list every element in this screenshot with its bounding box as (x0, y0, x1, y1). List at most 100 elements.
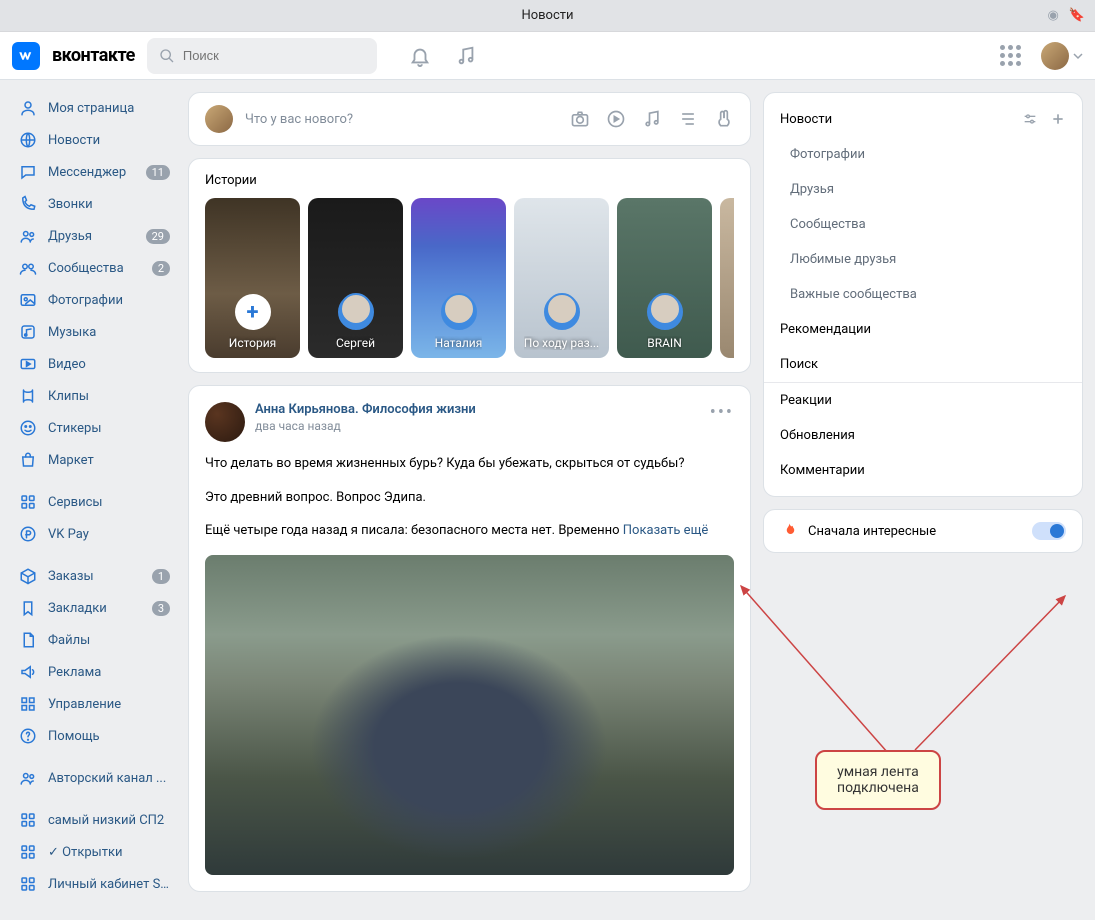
story[interactable]: Наталия (411, 198, 506, 358)
sidebar-item[interactable]: Моя страница (12, 92, 176, 124)
group-icon (18, 258, 38, 278)
sidebar-item[interactable]: Авторский канал ... (12, 762, 176, 794)
search-input[interactable] (183, 48, 365, 63)
post: Анна Кирьянова. Философия жизни два часа… (188, 385, 751, 892)
sidebar-item[interactable]: Управление (12, 688, 176, 720)
filter-item[interactable]: Обновления (764, 418, 1082, 453)
sidebar-item[interactable]: Стикеры (12, 412, 176, 444)
story-name: Наталия (435, 336, 483, 350)
story[interactable]: Сергей (308, 198, 403, 358)
sliders-icon[interactable] (1022, 111, 1038, 127)
bookmark-icon[interactable]: 🔖 (1069, 8, 1085, 23)
filter-item[interactable]: Комментарии (764, 453, 1082, 488)
show-more-link[interactable]: Показать ещё (623, 523, 709, 538)
sidebar-item[interactable]: Реклама (12, 656, 176, 688)
story-name: История (229, 336, 276, 350)
sidebar-item[interactable]: Мессенджер 11 (12, 156, 176, 188)
story-name: Сергей (336, 336, 375, 350)
sidebar-item-label: Друзья (48, 229, 136, 244)
sidebar-item-label: Заказы (48, 569, 142, 584)
chevron-down-icon (1073, 51, 1083, 61)
phone-icon (18, 194, 38, 214)
sidebar-item[interactable]: Сервисы (12, 486, 176, 518)
sidebar-item-label: Помощь (48, 729, 170, 744)
sidebar-item[interactable]: Сообщества 2 (12, 252, 176, 284)
sidebar-item-label: Музыка (48, 325, 170, 340)
manage-icon (18, 694, 38, 714)
search-icon (159, 48, 175, 64)
filters-card: Новости ФотографииДрузьяСообществаЛюбимы… (763, 92, 1083, 497)
sidebar-item[interactable]: Маркет (12, 444, 176, 476)
music-icon (18, 322, 38, 342)
sidebar-item[interactable]: ✓ Открытки (12, 836, 176, 868)
peace-icon[interactable] (714, 109, 734, 129)
sidebar-item[interactable]: Личный кабинет S... (12, 868, 176, 900)
bell-icon[interactable] (409, 45, 431, 67)
sticker-icon (18, 418, 38, 438)
filter-subitem[interactable]: Сообщества (764, 207, 1082, 242)
sidebar-item[interactable]: Музыка (12, 316, 176, 348)
interesting-first-card: Сначала интересные (763, 509, 1083, 553)
sidebar-item[interactable]: Помощь (12, 720, 176, 752)
sidebar-item[interactable]: Заказы 1 (12, 560, 176, 592)
post-meta: Анна Кирьянова. Философия жизни два часа… (255, 402, 476, 442)
plus-icon[interactable] (1050, 111, 1066, 127)
sidebar-item[interactable]: Файлы (12, 624, 176, 656)
filter-subitem[interactable]: Важные сообщества (764, 277, 1082, 312)
post-body: Что делать во время жизненных бурь? Куда… (205, 454, 734, 541)
services-icon (18, 874, 38, 894)
sidebar-item-label: Реклама (48, 665, 170, 680)
avatar (1041, 42, 1069, 70)
story-avatar (441, 294, 477, 330)
filter-item[interactable]: Поиск (764, 347, 1082, 382)
annotation-line1: умная лента (837, 764, 919, 780)
post-image[interactable] (205, 555, 734, 875)
brand-text[interactable]: вконтакте (52, 45, 135, 66)
sidebar-item[interactable]: Новости (12, 124, 176, 156)
music-note-icon[interactable] (642, 109, 662, 129)
camera-icon[interactable] (570, 109, 590, 129)
fire-icon (780, 522, 798, 540)
story[interactable]: Шпи (720, 198, 734, 358)
vk-logo-icon[interactable] (12, 42, 40, 70)
profile-menu[interactable] (1041, 42, 1083, 70)
story[interactable]: По ходу раз... (514, 198, 609, 358)
music-icon[interactable] (455, 45, 477, 67)
news-icon (18, 130, 38, 150)
post-p2: Это древний вопрос. Вопрос Эдипа. (205, 488, 734, 508)
sidebar-item[interactable]: Друзья 29 (12, 220, 176, 252)
pin-icon[interactable]: ◉ (1047, 8, 1058, 23)
main-column: Что у вас нового? Истории +ИсторияСергей… (188, 92, 751, 920)
sidebar-item[interactable]: Закладки 3 (12, 592, 176, 624)
post-avatar[interactable] (205, 402, 245, 442)
apps-icon[interactable] (1000, 45, 1021, 66)
sidebar-item[interactable]: Видео (12, 348, 176, 380)
post-author[interactable]: Анна Кирьянова. Философия жизни (255, 402, 476, 417)
interesting-toggle[interactable] (1032, 522, 1066, 540)
search-box[interactable] (147, 38, 377, 74)
filter-item[interactable]: Реакции (764, 382, 1082, 418)
sidebar-item[interactable]: Звонки (12, 188, 176, 220)
sidebar-item[interactable]: VK Pay (12, 518, 176, 550)
photo-icon (18, 290, 38, 310)
annotation-callout: умная лента подключена (815, 750, 941, 810)
story[interactable]: +История (205, 198, 300, 358)
article-icon[interactable] (678, 109, 698, 129)
filter-subitem[interactable]: Друзья (764, 172, 1082, 207)
more-icon[interactable]: ••• (710, 402, 734, 442)
filters-heading[interactable]: Новости (780, 112, 832, 127)
sidebar-item[interactable]: самый низкий СП2 (12, 804, 176, 836)
filter-subitem[interactable]: Любимые друзья (764, 242, 1082, 277)
sidebar-item-label: Закладки (48, 601, 142, 616)
video-play-icon[interactable] (606, 109, 626, 129)
composer[interactable]: Что у вас нового? (188, 92, 751, 146)
filter-subitem[interactable]: Фотографии (764, 137, 1082, 172)
story[interactable]: BRAIN (617, 198, 712, 358)
users-icon (18, 768, 38, 788)
filter-item[interactable]: Рекомендации (764, 312, 1082, 347)
services-icon (18, 492, 38, 512)
sidebar-item[interactable]: Фотографии (12, 284, 176, 316)
sidebar-item-label: самый низкий СП2 (48, 813, 170, 828)
sidebar-item-label: Стикеры (48, 421, 170, 436)
sidebar-item[interactable]: Клипы (12, 380, 176, 412)
